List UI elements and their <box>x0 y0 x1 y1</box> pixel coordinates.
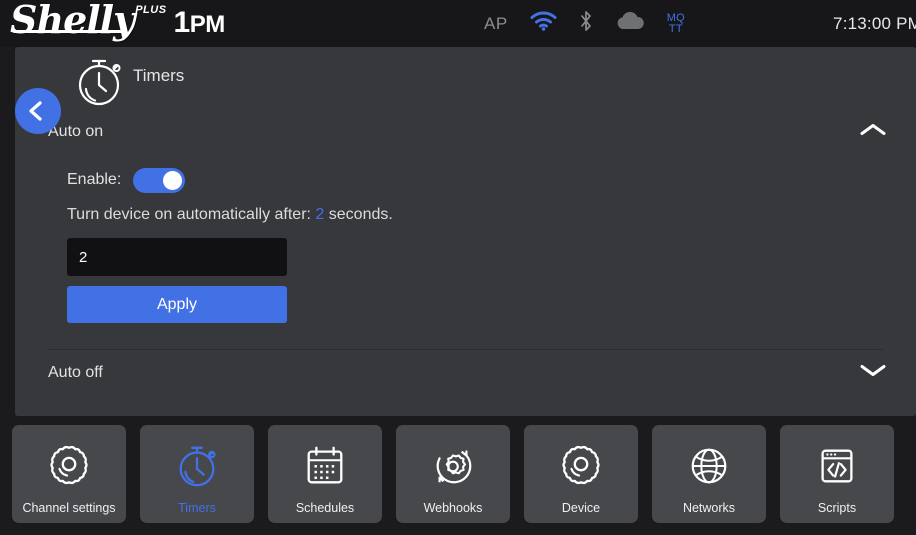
nav-label-schedules: Schedules <box>295 501 355 515</box>
brand-name: Shelly <box>10 0 135 42</box>
panel-header: Timers <box>15 47 916 134</box>
nav-label-networks: Networks <box>682 501 736 515</box>
timers-panel: Timers Auto on Enable: Turn device on au… <box>15 47 916 416</box>
nav-tile-networks[interactable]: Networks <box>652 425 766 523</box>
code-window-icon <box>814 442 860 490</box>
nav-tile-device[interactable]: Device <box>524 425 638 523</box>
globe-icon <box>686 442 732 490</box>
auto-on-description: Turn device on automatically after: 2 se… <box>67 206 916 224</box>
nav-label-channel-settings: Channel settings <box>22 501 116 515</box>
status-icon-group: AP MQ TT <box>484 0 685 47</box>
nav-label-timers: Timers <box>178 501 216 515</box>
ap-label: AP <box>484 13 508 33</box>
section-auto-off: Auto off <box>15 350 916 396</box>
mqtt-indicator[interactable]: MQ TT <box>667 12 685 35</box>
bottom-navigation: Channel settings Timers Schedules Webhoo… <box>12 425 894 523</box>
stopwatch-icon <box>174 442 220 490</box>
calendar-icon <box>302 442 348 490</box>
bluetooth-icon[interactable] <box>579 10 593 37</box>
description-prefix: Turn device on automatically after: <box>67 206 311 223</box>
enable-label: Enable: <box>67 171 122 188</box>
device-web-ui: Shelly PLUS 1PM AP MQ TT 7:13:00 PM Time… <box>0 0 916 535</box>
gear-icon <box>558 442 604 490</box>
webhook-gear-icon <box>430 442 476 490</box>
description-suffix: seconds. <box>328 206 393 223</box>
page-title: Timers <box>133 66 185 85</box>
brand-model: 1PM <box>173 6 226 39</box>
nav-label-scripts: Scripts <box>817 501 857 515</box>
gear-icon <box>46 442 92 490</box>
cloud-icon[interactable] <box>615 11 645 36</box>
wifi-icon[interactable] <box>530 11 557 36</box>
brand-plus-badge: PLUS <box>135 4 167 16</box>
nav-tile-timers[interactable]: Timers <box>140 425 254 523</box>
stopwatch-icon <box>73 55 125 112</box>
nav-label-webhooks: Webhooks <box>423 501 483 515</box>
section-auto-on: Auto on Enable: Turn device on automatic… <box>15 109 916 323</box>
description-value: 2 <box>315 206 325 223</box>
section-auto-off-header[interactable]: Auto off <box>15 350 916 396</box>
clock: 7:13:00 PM <box>833 13 916 33</box>
apply-button[interactable]: Apply <box>67 286 287 323</box>
chevron-down-icon[interactable] <box>858 362 888 385</box>
enable-row: Enable: <box>67 163 916 197</box>
section-auto-on-title: Auto on <box>48 123 104 140</box>
nav-tile-webhooks[interactable]: Webhooks <box>396 425 510 523</box>
nav-label-device: Device <box>561 501 601 515</box>
nav-tile-scripts[interactable]: Scripts <box>780 425 894 523</box>
section-auto-off-title: Auto off <box>48 364 103 381</box>
enable-toggle[interactable] <box>133 167 186 193</box>
back-button[interactable] <box>15 88 61 134</box>
nav-tile-channel-settings[interactable]: Channel settings <box>12 425 126 523</box>
section-auto-on-header[interactable]: Auto on <box>15 109 916 155</box>
status-bar: Shelly PLUS 1PM AP MQ TT 7:13:00 PM <box>0 0 916 47</box>
auto-on-seconds-input[interactable] <box>67 238 287 276</box>
nav-tile-schedules[interactable]: Schedules <box>268 425 382 523</box>
chevron-up-icon[interactable] <box>858 121 888 144</box>
toggle-knob <box>163 170 183 190</box>
brand-logo: Shelly PLUS 1PM <box>10 0 225 42</box>
section-auto-on-body: Enable: Turn device on automatically aft… <box>15 163 916 323</box>
